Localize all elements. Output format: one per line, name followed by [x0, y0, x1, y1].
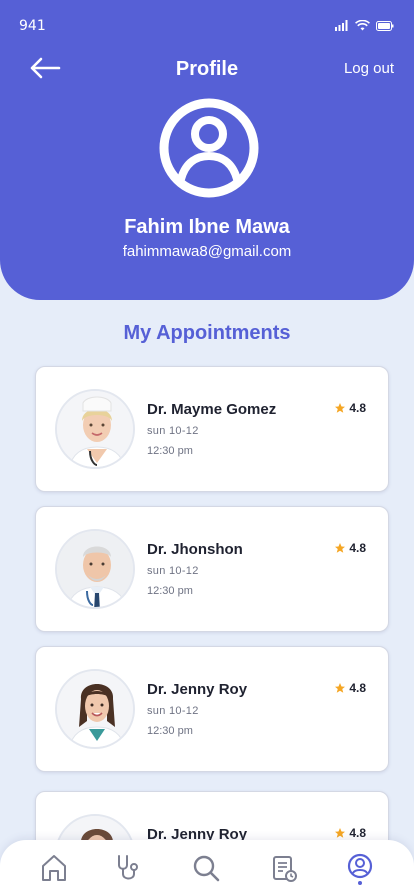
profile-icon	[347, 853, 373, 879]
appointment-day: sun 10-12	[147, 705, 199, 717]
appointment-day: sun 10-12	[147, 565, 199, 577]
wifi-icon	[355, 20, 370, 31]
appointment-time: 12:30 pm	[147, 585, 193, 597]
doctor-photo	[55, 669, 135, 749]
bottom-nav	[0, 840, 414, 896]
star-icon	[335, 828, 346, 838]
rating: 4.8	[334, 681, 366, 695]
appointment-time: 12:30 pm	[147, 445, 193, 457]
rating: 4.8	[334, 826, 366, 840]
rating-value: 4.8	[349, 401, 366, 415]
nav-search[interactable]	[190, 852, 222, 884]
doctor-name: Dr. Jhonshon	[147, 541, 243, 558]
appointment-day: sun 10-12	[147, 425, 199, 437]
section-title: My Appointments	[123, 322, 291, 344]
nav-records[interactable]	[268, 852, 300, 884]
profile-header: 941 Profile Log out Fahim Ibne Mawa fahi…	[0, 0, 414, 300]
rating-value: 4.8	[349, 826, 366, 840]
user-avatar-icon[interactable]	[158, 97, 260, 199]
nav-profile[interactable]	[344, 852, 376, 885]
rating-value: 4.8	[349, 681, 366, 695]
appointment-time: 12:30 pm	[147, 725, 193, 737]
doctor-name: Dr. Jenny Roy	[147, 681, 248, 698]
signal-icon	[335, 20, 348, 31]
rating: 4.8	[334, 401, 366, 415]
doctor-photo	[55, 529, 135, 609]
rating: 4.8	[334, 541, 366, 555]
active-indicator	[358, 881, 362, 885]
rating-value: 4.8	[349, 541, 366, 555]
home-icon	[42, 855, 66, 881]
stethoscope-icon	[118, 855, 138, 880]
logout-button[interactable]: Log out	[344, 60, 394, 77]
star-icon	[335, 403, 346, 413]
appointment-card[interactable]: Dr. Jhonshon sun 10-12 12:30 pm 4.8	[35, 506, 389, 632]
user-email: fahimmawa8@gmail.com	[122, 243, 292, 260]
appointment-card[interactable]: Dr. Jenny Roy sun 10-12 12:30 pm 4.8	[35, 646, 389, 772]
nav-doctors[interactable]	[112, 852, 144, 884]
appointment-card[interactable]: Dr. Mayme Gomez sun 10-12 12:30 pm 4.8	[35, 366, 389, 492]
star-icon	[335, 543, 346, 553]
search-icon	[193, 855, 220, 882]
battery-icon	[376, 20, 394, 31]
nav-home[interactable]	[38, 852, 70, 884]
user-name: Fahim Ibne Mawa	[124, 216, 290, 238]
records-icon	[273, 856, 297, 882]
doctor-name: Dr. Mayme Gomez	[147, 401, 277, 418]
status-time: 941	[19, 18, 46, 34]
star-icon	[335, 683, 346, 693]
doctor-photo	[55, 389, 135, 469]
status-icons	[335, 20, 394, 31]
